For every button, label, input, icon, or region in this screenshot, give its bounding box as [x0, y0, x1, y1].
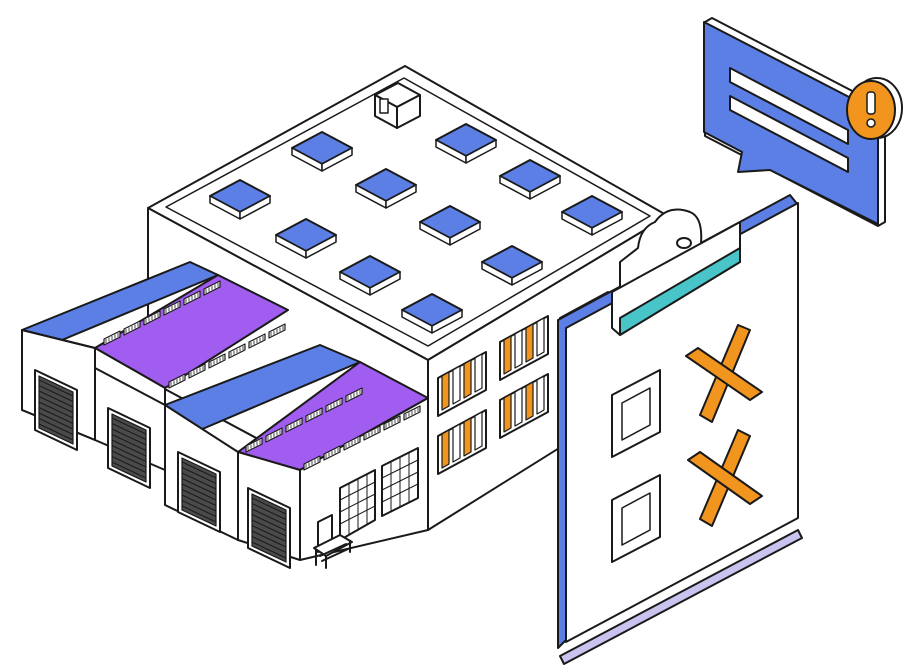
window-pane	[514, 387, 523, 427]
window-pane	[536, 375, 545, 415]
window-pane	[536, 317, 545, 357]
warehouse-inspection-illustration	[21, 17, 903, 665]
window-pane	[441, 371, 450, 411]
window-pane	[474, 411, 483, 451]
window-pane	[514, 329, 523, 369]
window-pane	[441, 429, 450, 469]
window-pane	[525, 381, 534, 421]
window-pane	[463, 417, 472, 457]
window-pane	[474, 353, 483, 393]
window-pane	[503, 335, 512, 375]
window-pane	[452, 423, 461, 463]
window-pane	[525, 323, 534, 363]
alert-exclamation-icon	[846, 77, 903, 140]
window-pane	[463, 359, 472, 399]
window-pane	[452, 365, 461, 405]
window-pane	[503, 393, 512, 433]
